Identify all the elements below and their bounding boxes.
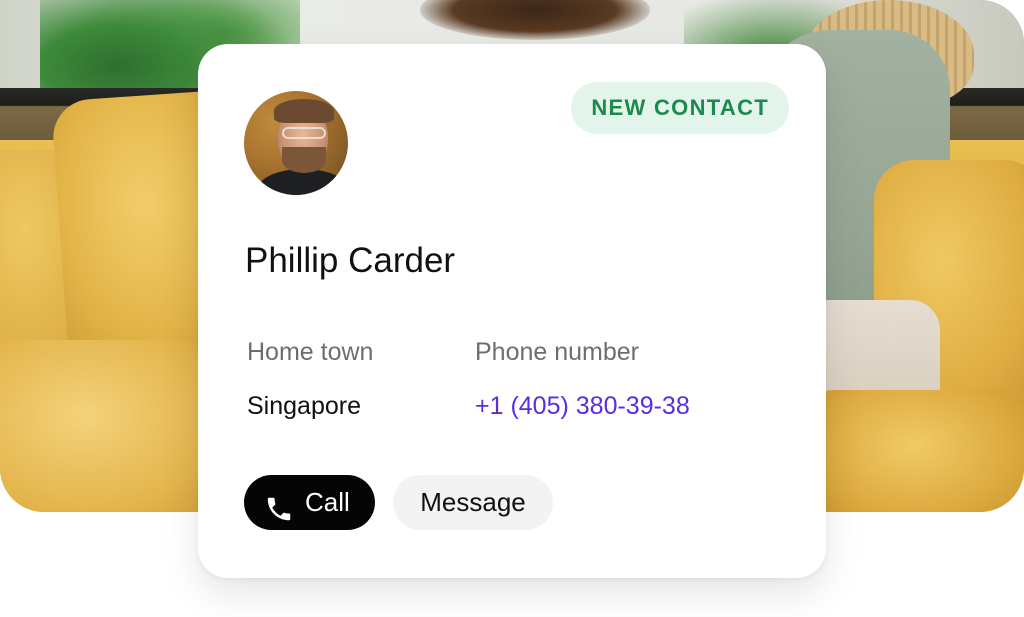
phone-number-link[interactable]: +1 (405) 380-39-38 — [475, 390, 690, 422]
new-contact-badge: NEW CONTACT — [571, 82, 789, 134]
home-town-label: Home town — [247, 338, 374, 366]
call-button[interactable]: Call — [244, 475, 375, 530]
avatar-beard — [282, 147, 326, 173]
contact-card: NEW CONTACT Phillip Carder Home town Pho… — [198, 44, 826, 578]
avatar-glasses — [282, 127, 326, 139]
phone-icon — [264, 488, 294, 520]
phone-number-label: Phone number — [475, 338, 640, 366]
home-town-value: Singapore — [247, 392, 361, 420]
contact-name: Phillip Carder — [245, 241, 456, 280]
message-button-label: Message — [420, 487, 526, 517]
avatar — [244, 91, 348, 195]
message-button[interactable]: Message — [393, 475, 553, 530]
contact-card-scene: NEW CONTACT Phillip Carder Home town Pho… — [0, 0, 1024, 617]
avatar-hair — [274, 99, 334, 123]
sofa-seat — [794, 390, 1024, 512]
call-button-label: Call — [305, 487, 350, 517]
